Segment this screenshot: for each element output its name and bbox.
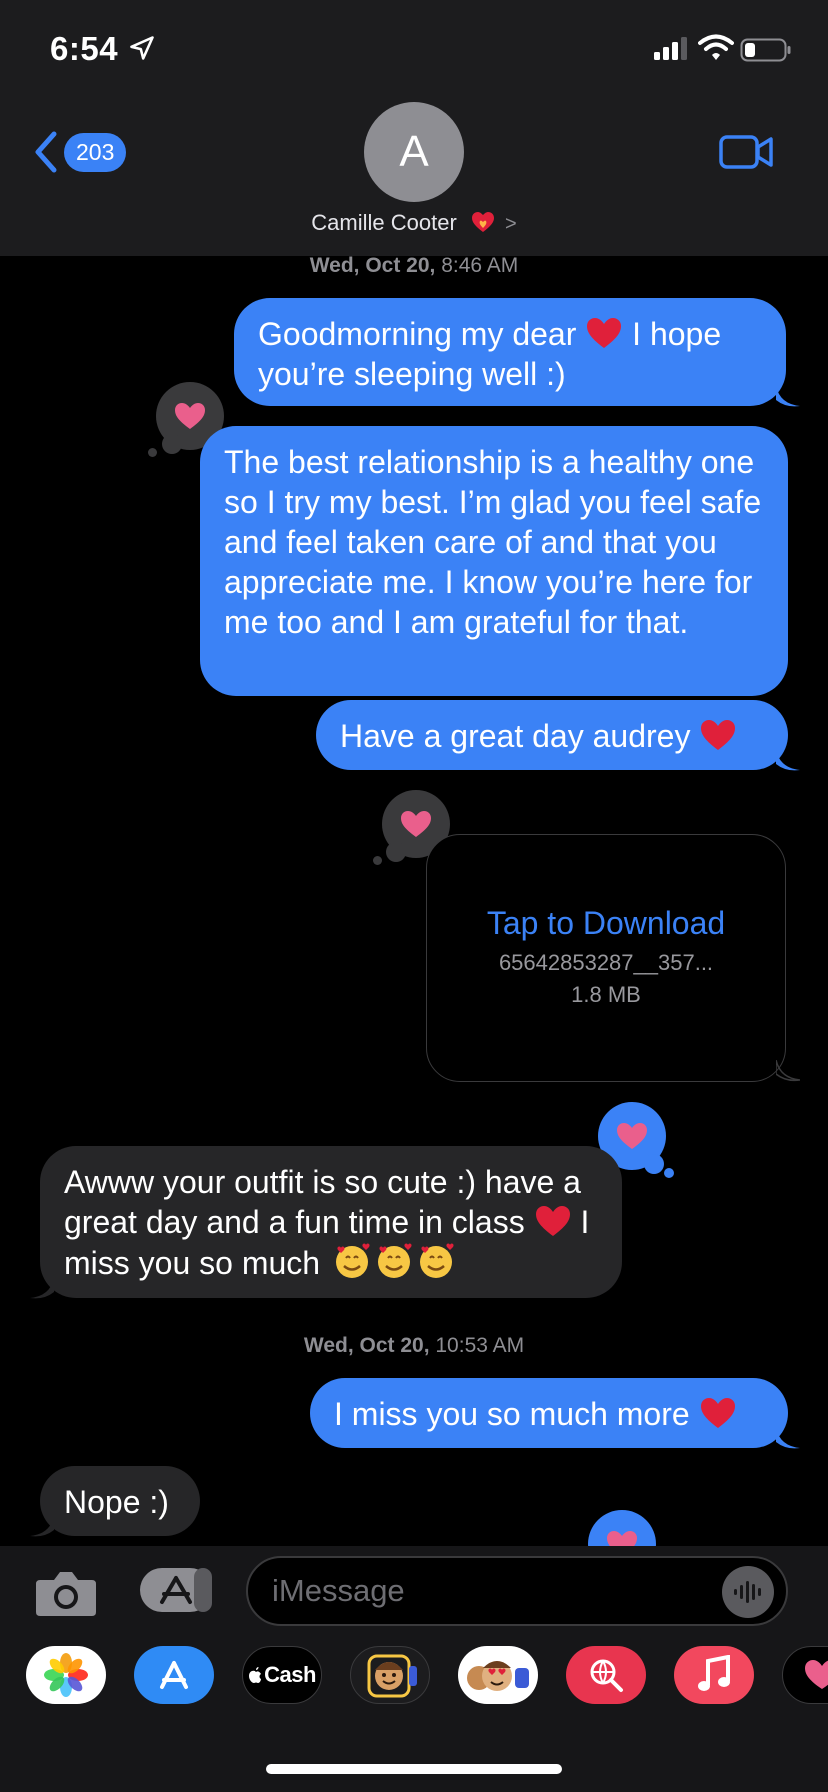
imessage-input[interactable] xyxy=(246,1556,788,1626)
outgoing-message[interactable]: The best relationship is a healthy one s… xyxy=(200,426,788,696)
red-heart-emoji-icon xyxy=(535,1206,570,1236)
outgoing-message[interactable]: I miss you so much more xyxy=(310,1378,788,1448)
smiling-face-with-hearts-emoji-icon xyxy=(419,1243,454,1278)
camera-icon[interactable] xyxy=(34,1566,98,1618)
tapback-tail-dot xyxy=(148,448,157,457)
image-search-app-icon[interactable] xyxy=(566,1646,646,1704)
outgoing-message[interactable]: Have a great day audrey xyxy=(316,700,788,770)
red-heart-emoji-icon xyxy=(700,1398,735,1428)
chevron-left-icon xyxy=(35,131,57,173)
digital-touch-heart-icon xyxy=(805,1660,828,1689)
timestamp: Wed, Oct 20, 10:53 AM xyxy=(0,1334,828,1358)
status-time: 6:54 xyxy=(50,30,119,67)
photos-app-icon[interactable] xyxy=(26,1646,106,1704)
tapback-tail-dot xyxy=(644,1154,664,1174)
heart-on-fire-icon xyxy=(471,212,494,232)
messages-screen: 6:54 203 A Camille Cooter > Wed, Oct 20,… xyxy=(0,0,828,1792)
facetime-video-icon[interactable] xyxy=(718,132,774,172)
timestamp: Wed, Oct 20, 8:46 AM xyxy=(0,254,828,278)
message-text: Awww your outfit is so cute :) have a gr… xyxy=(64,1164,581,1240)
message-text: I miss you so much more xyxy=(334,1396,690,1432)
memoji-face-icon xyxy=(367,1654,417,1698)
digital-touch-app-icon[interactable] xyxy=(782,1646,828,1704)
back-button[interactable]: 203 xyxy=(32,128,127,176)
message-text: Goodmorning my dear xyxy=(258,316,577,352)
app-store-icon xyxy=(140,1568,212,1612)
timestamp-time: 10:53 AM xyxy=(435,1334,525,1357)
animoji-app-icon[interactable] xyxy=(458,1646,538,1704)
heart-tapback-icon xyxy=(175,403,205,429)
incoming-message[interactable]: Awww your outfit is so cute :) have a gr… xyxy=(40,1146,622,1298)
tapback-tail-dot xyxy=(386,842,406,862)
waveform-icon xyxy=(734,1581,761,1603)
memoji-stickers-app-icon[interactable] xyxy=(350,1646,430,1704)
heart-tapback-icon xyxy=(401,811,431,837)
bubble-tail xyxy=(776,386,800,407)
globe-search-icon xyxy=(590,1659,623,1692)
home-indicator[interactable] xyxy=(266,1764,562,1774)
app-store-app-icon[interactable] xyxy=(134,1646,214,1704)
attachment-size: 1.8 MB xyxy=(571,982,641,1007)
bubble-tail xyxy=(30,1278,54,1299)
tapback-tail-dot xyxy=(373,856,382,865)
bubble-tail xyxy=(776,1428,800,1449)
audio-message-button[interactable] xyxy=(722,1566,774,1618)
attachment-filename: 65642853287__357... xyxy=(498,950,714,975)
photos-icon xyxy=(44,1653,88,1697)
contact-name-label: Camille Cooter xyxy=(311,210,457,235)
message-text: Nope :) xyxy=(64,1484,169,1520)
apple-logo-icon xyxy=(249,1667,262,1683)
smiling-face-with-hearts-emoji-icon xyxy=(335,1243,370,1278)
bubble-tail xyxy=(30,1516,54,1537)
apple-cash-app-icon[interactable]: Cash xyxy=(242,1646,322,1704)
animoji-heart-eyes-icon xyxy=(467,1661,529,1691)
timestamp-time: 8:46 AM xyxy=(441,254,519,277)
smiling-face-with-hearts-emoji-icon xyxy=(377,1243,412,1278)
message-text: The best relationship is a healthy one s… xyxy=(224,444,762,640)
bubble-tail xyxy=(776,1060,800,1082)
tapback-tail-dot xyxy=(664,1168,674,1178)
timestamp-day: Wed, Oct 20, xyxy=(303,1334,430,1357)
incoming-message[interactable]: Nope :) xyxy=(40,1466,200,1536)
red-heart-emoji-icon xyxy=(587,318,622,348)
wifi-icon xyxy=(698,34,734,60)
cash-label: Cash xyxy=(264,1662,316,1687)
unread-count-badge: 203 xyxy=(64,132,127,172)
music-app-icon[interactable] xyxy=(674,1646,754,1704)
chevron-right-icon: > xyxy=(505,213,517,235)
app-drawer-button[interactable] xyxy=(138,1566,214,1614)
red-heart-emoji-icon xyxy=(701,720,736,750)
app-drawer: Cash xyxy=(0,1646,828,1734)
music-note-icon xyxy=(698,1655,730,1691)
outgoing-message[interactable]: Goodmorning my dear I hope you’re sleepi… xyxy=(234,298,786,406)
bubble-tail xyxy=(776,750,800,771)
contact-avatar[interactable]: A xyxy=(364,102,464,202)
timestamp-day: Wed, Oct 20, xyxy=(309,254,436,277)
location-arrow-icon xyxy=(130,36,154,60)
tap-to-download-link[interactable]: Tap to Download xyxy=(427,905,785,942)
battery-icon xyxy=(740,38,791,62)
conversation-header: 6:54 203 A Camille Cooter > xyxy=(0,0,828,256)
cellular-signal-icon xyxy=(654,37,687,60)
tapback-tail-dot xyxy=(162,434,182,454)
file-attachment[interactable]: Tap to Download 65642853287__357... 1.8 … xyxy=(426,834,786,1082)
contact-name[interactable]: Camille Cooter > xyxy=(0,210,828,236)
app-store-a-icon xyxy=(160,1661,188,1689)
heart-tapback-icon xyxy=(617,1123,647,1149)
message-text: Have a great day audrey xyxy=(340,718,691,754)
